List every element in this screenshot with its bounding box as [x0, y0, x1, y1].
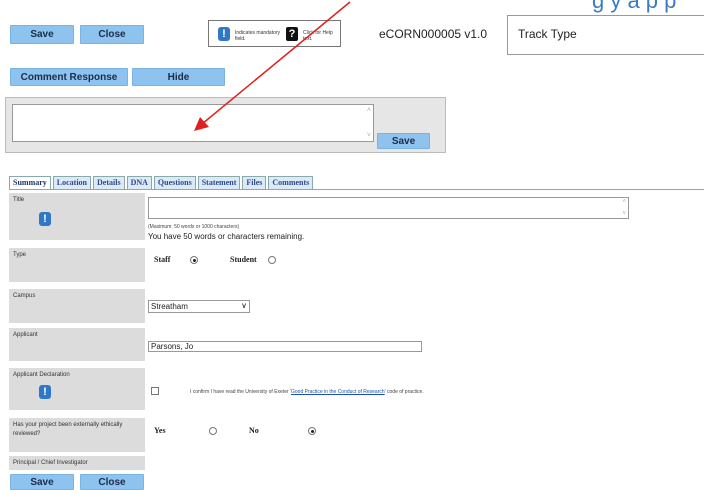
comment-save-button[interactable]: Save	[377, 133, 430, 149]
tab-underline	[9, 189, 704, 190]
ethics-label: Has your project been externally ethical…	[13, 422, 123, 437]
ethics-no-radio[interactable]	[308, 427, 316, 435]
scroll-down-icon[interactable]: ˅	[367, 132, 371, 139]
applicant-field[interactable]: Parsons, Jo	[148, 341, 422, 352]
declaration-text-post: ' code of practice.	[384, 389, 424, 395]
declaration-text-pre: I confirm I have read the University of …	[190, 389, 291, 395]
type-label-cell: Type	[9, 248, 145, 282]
tab-location[interactable]: Location	[52, 176, 92, 190]
pi-label-cell: Principal / Chief Investigator	[9, 456, 145, 470]
tab-files[interactable]: Files	[242, 176, 267, 190]
ethics-yes-label: Yes	[154, 426, 166, 435]
type-label: Type	[13, 252, 27, 258]
ethics-label-cell: Has your project been externally ethical…	[9, 418, 145, 452]
campus-value: Streatham	[151, 302, 188, 311]
ethics-no-label: No	[249, 426, 259, 435]
title-scroll-up-icon[interactable]: ˄	[622, 199, 626, 205]
tab-statement[interactable]: Statement	[197, 176, 241, 190]
declaration-text: I confirm I have read the University of …	[190, 389, 424, 395]
partial-heading-text: g y a p p	[592, 0, 677, 13]
staff-radio[interactable]	[190, 256, 198, 264]
declaration-label: Applicant Declaration	[13, 372, 70, 378]
declaration-checkbox[interactable]	[151, 387, 159, 395]
title-max-text: (Maximum: 50 words or 1000 characters)	[148, 224, 240, 230]
tab-questions[interactable]: Questions	[153, 176, 196, 190]
title-input[interactable]: ˄ ˅	[148, 197, 629, 219]
reference-id: eCORN000005 v1.0	[379, 27, 488, 41]
tab-summary[interactable]: Summary	[9, 176, 51, 190]
required-icon: !	[39, 212, 51, 226]
save-button[interactable]: Save	[10, 25, 74, 44]
track-type-box: Track Type	[507, 15, 704, 55]
title-label-cell: Title	[9, 193, 145, 240]
title-label: Title	[13, 197, 25, 203]
staff-label: Staff	[154, 255, 171, 264]
good-practice-link[interactable]: Good Practice in the Conduct of Research	[291, 389, 385, 395]
footer-close-button[interactable]: Close	[80, 474, 144, 490]
ethics-yes-radio[interactable]	[209, 427, 217, 435]
tab-bar: Summary Location Details DNA Questions S…	[9, 176, 315, 190]
campus-select[interactable]: Streatham ∨	[148, 300, 250, 313]
declaration-label-cell: Applicant Declaration	[9, 368, 145, 410]
tab-comments[interactable]: Comments	[268, 176, 314, 190]
required-icon: !	[39, 385, 51, 399]
applicant-label: Applicant	[13, 332, 38, 338]
footer-save-button[interactable]: Save	[10, 474, 74, 490]
title-scroll-down-icon[interactable]: ˅	[622, 211, 626, 217]
chevron-down-icon: ∨	[241, 301, 247, 310]
annotation-arrow	[194, 1, 351, 131]
scroll-up-icon[interactable]: ˄	[367, 107, 371, 114]
tab-details[interactable]: Details	[93, 176, 125, 190]
comment-response-button[interactable]: Comment Response	[10, 68, 128, 86]
student-radio[interactable]	[268, 256, 276, 264]
campus-label: Campus	[13, 293, 36, 299]
pi-label: Principal / Chief Investigator	[13, 460, 88, 466]
student-label: Student	[230, 255, 257, 264]
close-button[interactable]: Close	[80, 25, 144, 44]
tab-dna[interactable]: DNA	[126, 176, 152, 190]
title-remaining-text: You have 50 words or characters remainin…	[148, 232, 305, 241]
applicant-label-cell: Applicant	[9, 328, 145, 361]
campus-label-cell: Campus	[9, 289, 145, 323]
